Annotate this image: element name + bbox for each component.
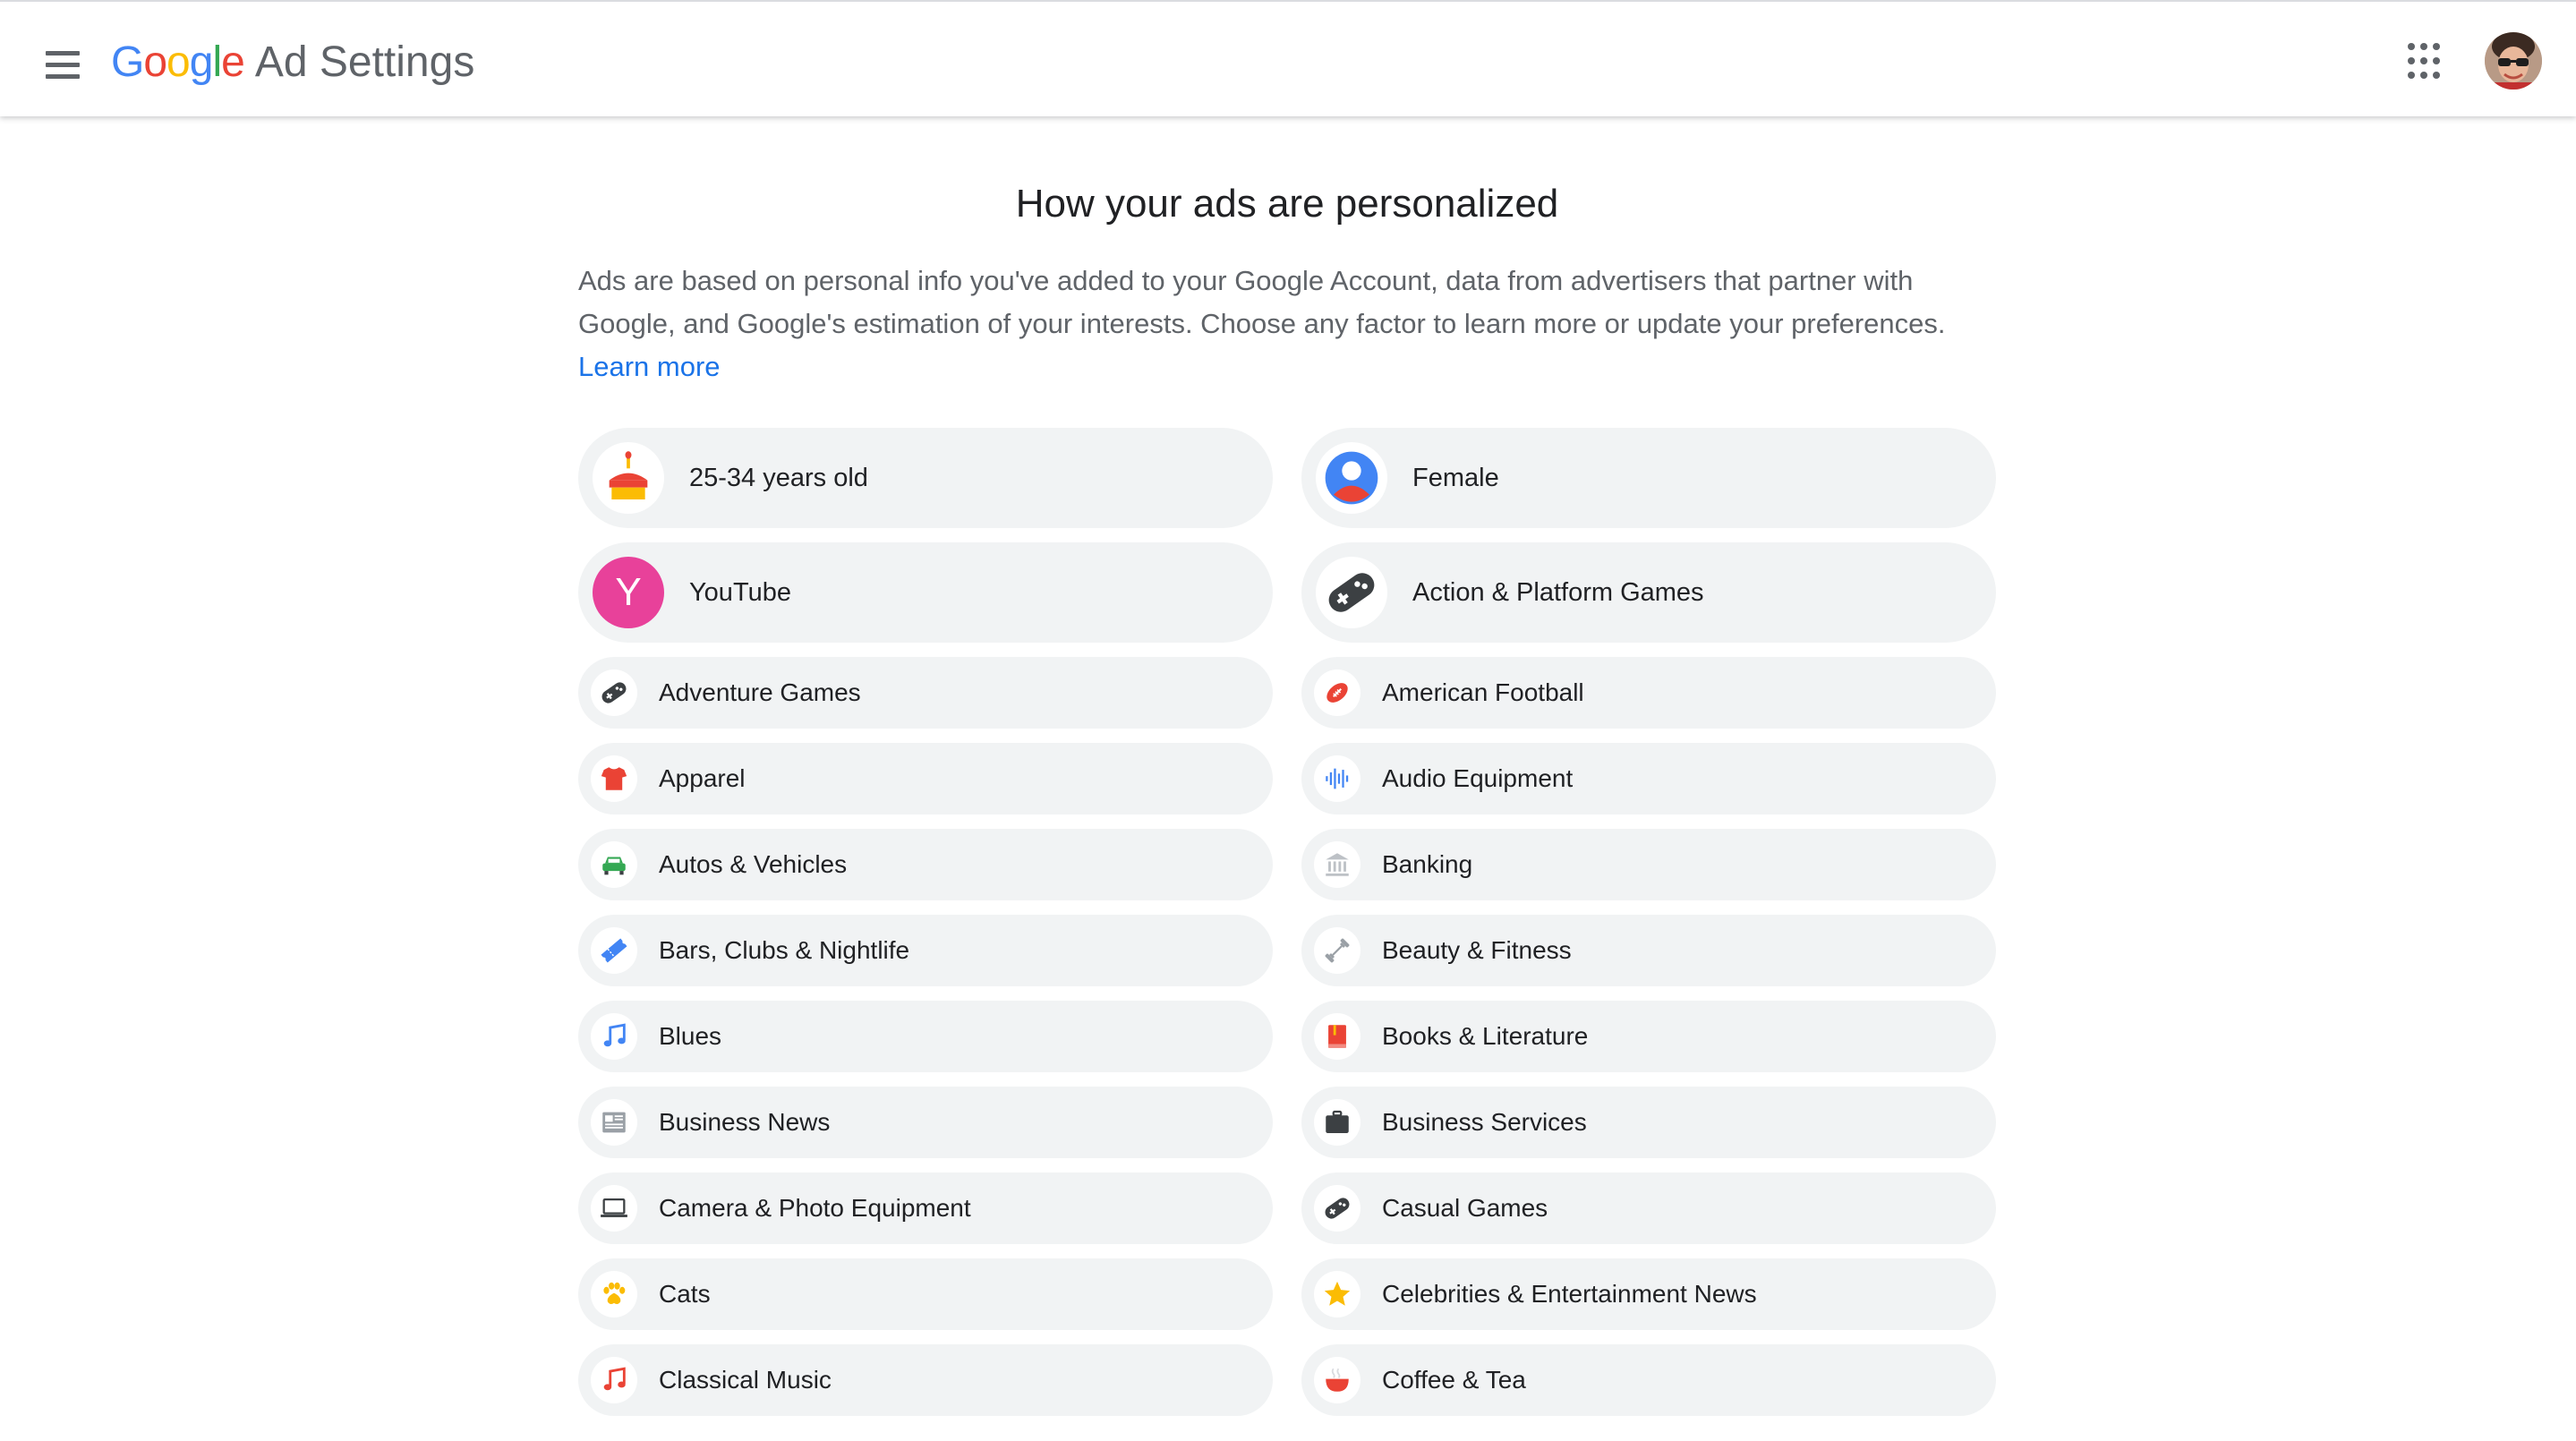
factor-label: Cats (659, 1280, 711, 1308)
factor-chip[interactable]: 25-34 years old (578, 428, 1273, 528)
factor-chip[interactable]: Y YouTube (578, 542, 1273, 643)
factor-label: Beauty & Fitness (1382, 936, 1572, 964)
apps-grid-icon[interactable] (2408, 43, 2445, 81)
factor-label: American Football (1382, 678, 1584, 706)
gamepad-icon (591, 669, 637, 716)
factor-label: Classical Music (659, 1366, 832, 1394)
factor-chip[interactable]: Apparel (578, 743, 1273, 814)
bank-icon (1314, 841, 1361, 888)
factor-label: Business News (659, 1108, 831, 1136)
factor-label: Action & Platform Games (1412, 577, 1704, 607)
factor-label: Camera & Photo Equipment (659, 1194, 971, 1222)
factor-chip[interactable]: Bars, Clubs & Nightlife (578, 915, 1273, 986)
birthday-cake-icon (593, 442, 664, 514)
factor-label: Adventure Games (659, 678, 861, 706)
music-note-icon (591, 1357, 637, 1403)
factor-chip[interactable]: American Football (1301, 657, 1996, 729)
factor-label: Celebrities & Entertainment News (1382, 1280, 1757, 1308)
factor-chip[interactable]: Action & Platform Games (1301, 542, 1996, 643)
factor-chip[interactable]: Business News (578, 1087, 1273, 1158)
factor-label: Blues (659, 1022, 722, 1050)
intro-text: Ads are based on personal info you've ad… (578, 260, 1996, 388)
factor-label: YouTube (689, 577, 791, 607)
briefcase-icon (1314, 1099, 1361, 1146)
factor-label: Business Services (1382, 1108, 1587, 1136)
account-avatar[interactable] (2485, 32, 2542, 90)
main-content: How your ads are personalized Ads are ba… (578, 116, 1996, 1416)
factor-chip[interactable]: Books & Literature (1301, 1001, 1996, 1072)
factor-label: Casual Games (1382, 1194, 1548, 1222)
factor-label: Apparel (659, 764, 746, 792)
factor-chip[interactable]: Coffee & Tea (1301, 1344, 1996, 1416)
letter-y-icon: Y (593, 557, 664, 628)
factor-chip[interactable]: Business Services (1301, 1087, 1996, 1158)
brand: Google Ad Settings (111, 34, 474, 91)
dumbbell-icon (1314, 927, 1361, 974)
book-icon (1314, 1013, 1361, 1060)
paw-icon (591, 1271, 637, 1317)
top-app-bar: Google Ad Settings (0, 0, 2576, 116)
factor-chip[interactable]: Cats (578, 1258, 1273, 1330)
product-name: Ad Settings (254, 38, 475, 86)
factor-chip[interactable]: Female (1301, 428, 1996, 528)
google-logo[interactable]: Google (111, 34, 245, 91)
factor-chip[interactable]: Blues (578, 1001, 1273, 1072)
factor-chip[interactable]: Classical Music (578, 1344, 1273, 1416)
factor-chip[interactable]: Adventure Games (578, 657, 1273, 729)
factor-chip[interactable]: Celebrities & Entertainment News (1301, 1258, 1996, 1330)
factor-chip[interactable]: Casual Games (1301, 1172, 1996, 1244)
shirt-icon (591, 755, 637, 802)
logo-letter: o (143, 38, 167, 86)
star-icon (1314, 1271, 1361, 1317)
car-icon (591, 841, 637, 888)
factor-label: Audio Equipment (1382, 764, 1574, 792)
factor-chip[interactable]: Autos & Vehicles (578, 829, 1273, 900)
learn-more-link[interactable]: Learn more (578, 351, 721, 382)
newspaper-icon (591, 1099, 637, 1146)
factor-label: Banking (1382, 850, 1473, 878)
factor-label: Autos & Vehicles (659, 850, 848, 878)
audio-waveform-icon (1314, 755, 1361, 802)
logo-letter: e (221, 38, 245, 86)
factor-chip[interactable]: Beauty & Fitness (1301, 915, 1996, 986)
factor-label: Books & Literature (1382, 1022, 1589, 1050)
logo-letter: g (189, 38, 214, 86)
music-note-icon (591, 1013, 637, 1060)
factor-label: 25-34 years old (689, 463, 868, 492)
coffee-cup-icon (1314, 1357, 1361, 1403)
factor-label: Coffee & Tea (1382, 1366, 1526, 1394)
logo-letter: o (166, 38, 191, 86)
factor-chip[interactable]: Banking (1301, 829, 1996, 900)
ticket-icon (591, 927, 637, 974)
gamepad-icon (1314, 1185, 1361, 1232)
logo-letter: l (212, 38, 222, 86)
laptop-icon (591, 1185, 637, 1232)
page-title: How your ads are personalized (1015, 182, 1559, 226)
hamburger-menu-icon[interactable] (39, 41, 86, 88)
factor-chip[interactable]: Camera & Photo Equipment (578, 1172, 1273, 1244)
person-icon (1316, 442, 1387, 514)
football-icon (1314, 669, 1361, 716)
factor-chip[interactable]: Audio Equipment (1301, 743, 1996, 814)
gamepad-icon (1316, 557, 1387, 628)
factor-label: Bars, Clubs & Nightlife (659, 936, 910, 964)
logo-letter: G (111, 38, 144, 86)
factor-label: Female (1412, 463, 1499, 492)
intro-body: Ads are based on personal info you've ad… (578, 265, 1946, 339)
